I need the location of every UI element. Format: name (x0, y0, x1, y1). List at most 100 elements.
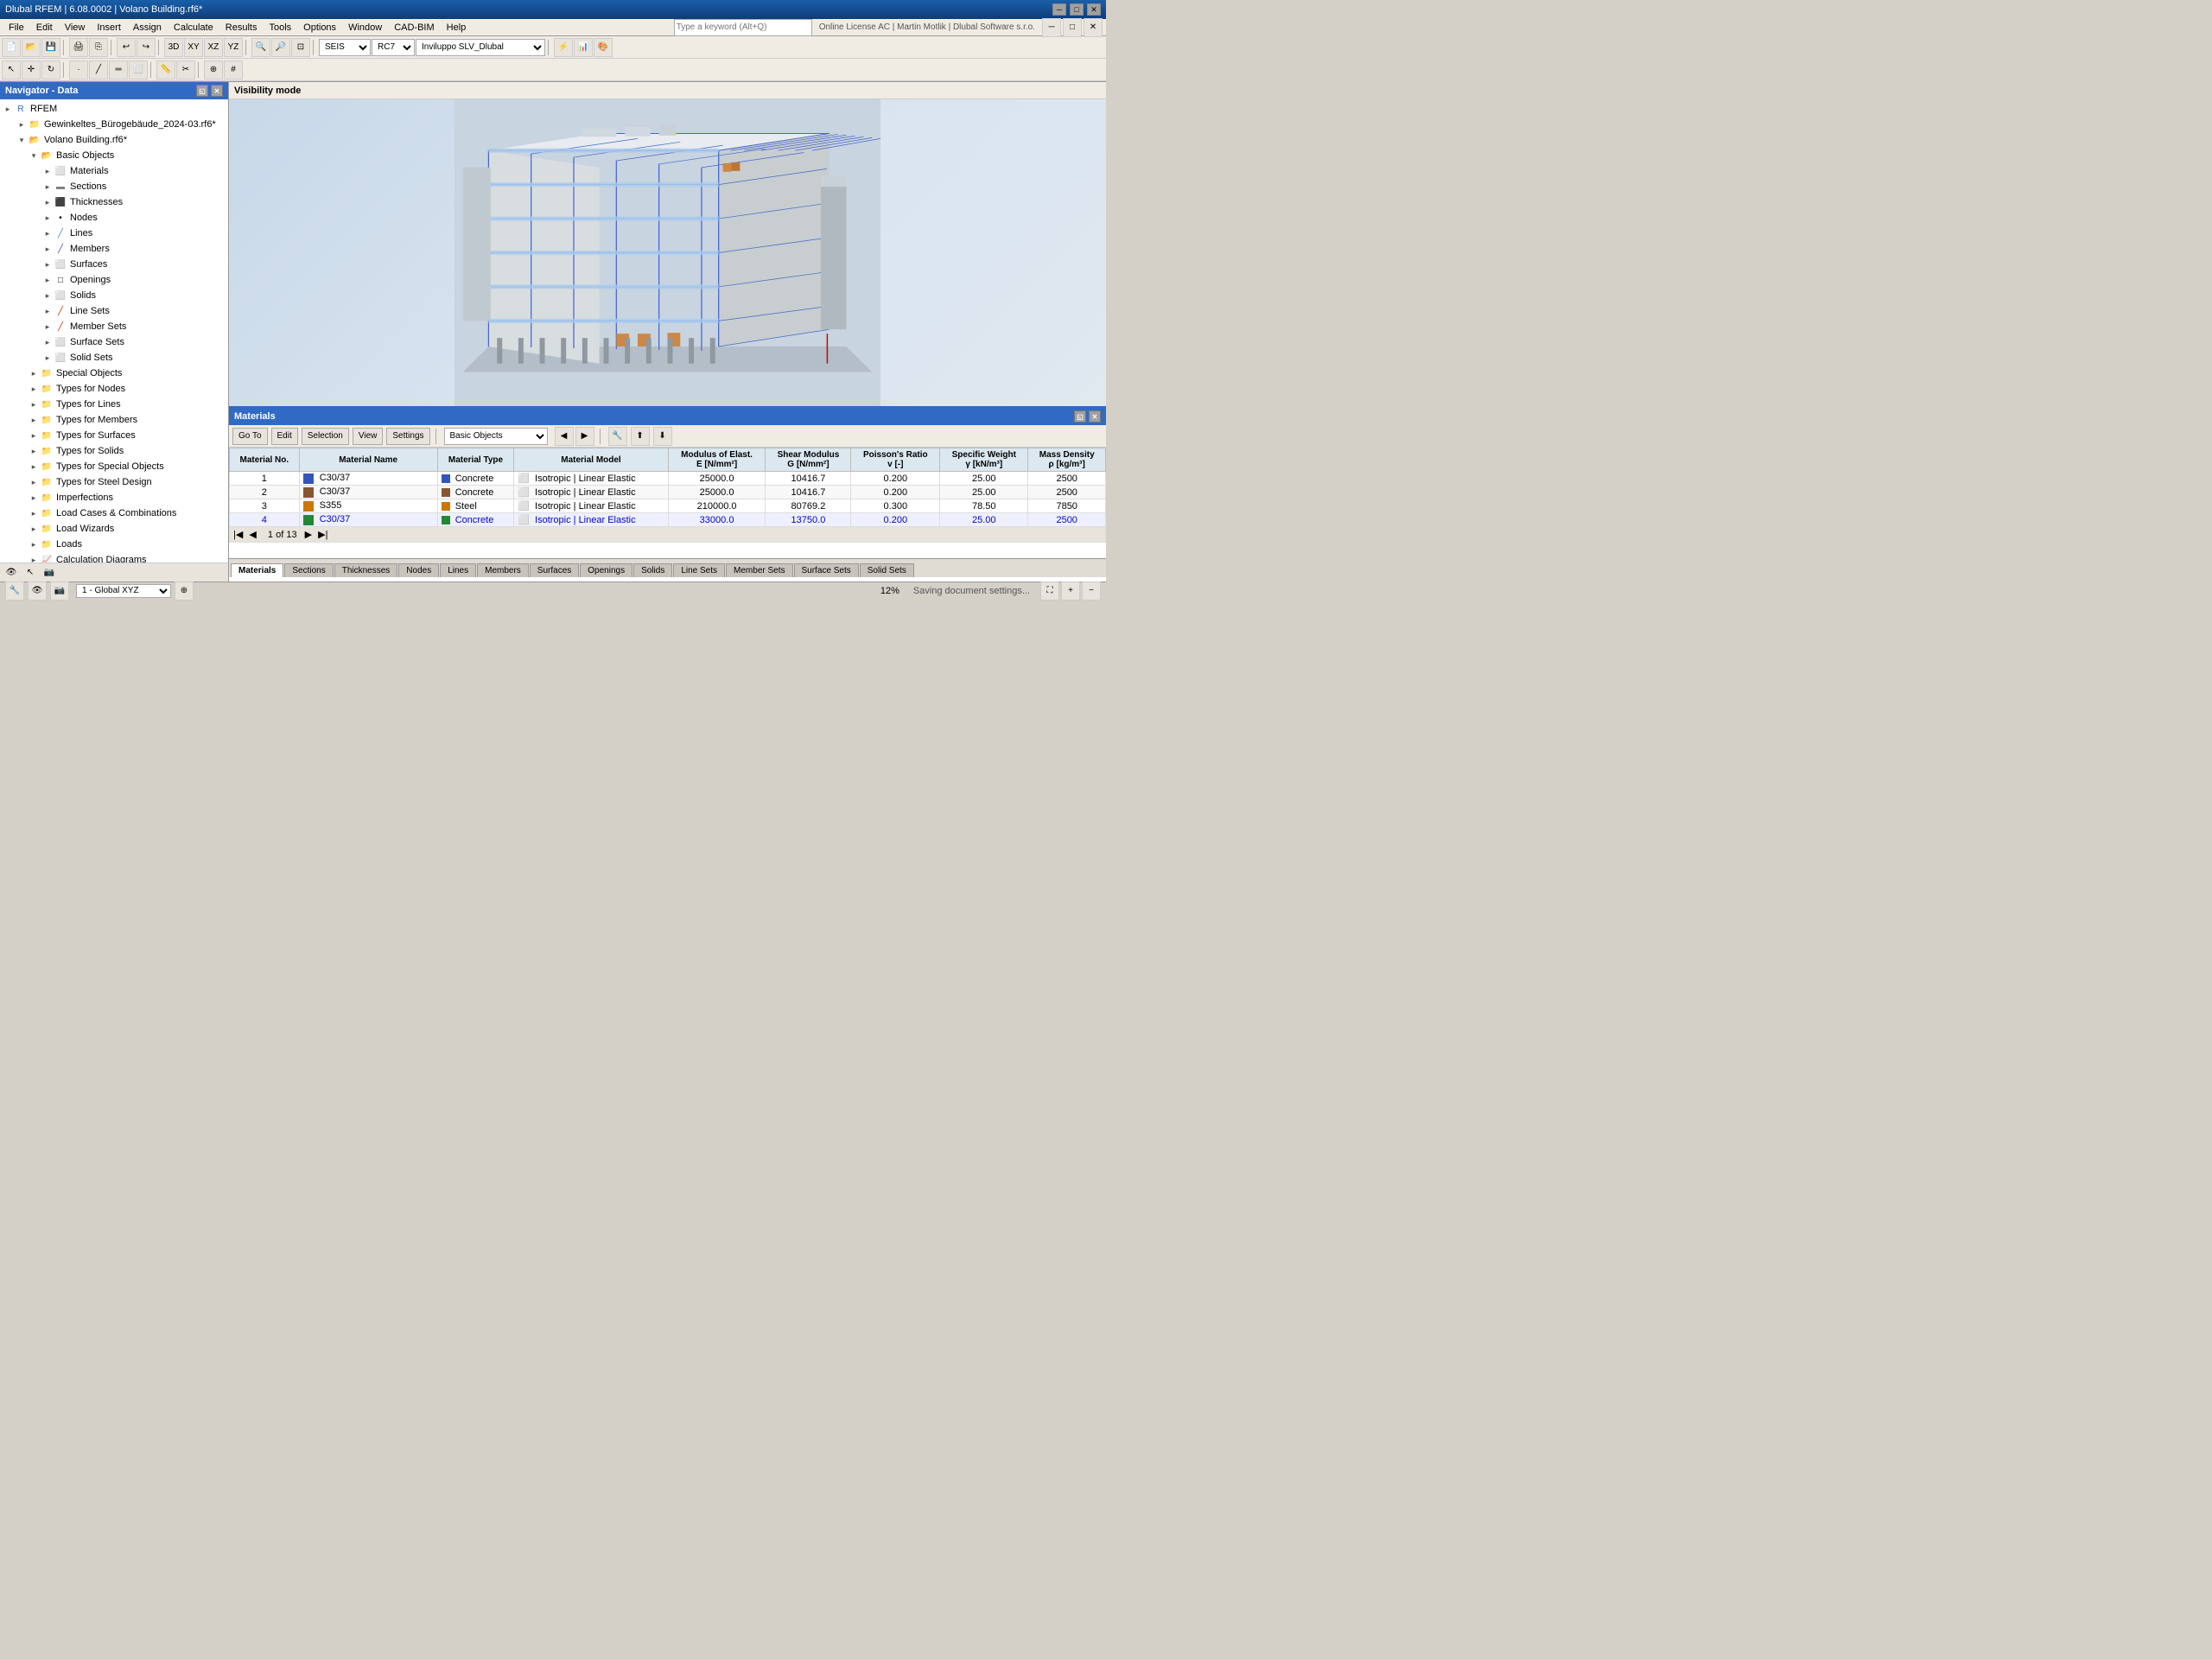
coord-icon[interactable]: ⊕ (175, 582, 194, 601)
menu-cadbim[interactable]: CAD-BIM (389, 21, 439, 35)
maximize-btn[interactable]: □ (1070, 3, 1084, 16)
goto-btn[interactable]: Go To (232, 428, 268, 445)
selection-btn[interactable]: Selection (302, 428, 349, 445)
tree-openings[interactable]: ▸ □ Openings (0, 272, 228, 288)
tree-sections[interactable]: ▸ ▬ Sections (0, 179, 228, 194)
view3d-btn[interactable]: 3D (164, 38, 183, 57)
status-tool1[interactable]: ⛶ (1040, 582, 1059, 601)
tree-types-special[interactable]: ▸ 📁 Types for Special Objects (0, 459, 228, 474)
slv-combo[interactable]: Inviluppo SLV_Dlubal (416, 39, 545, 56)
zoom-out-btn[interactable]: 🔎 (271, 38, 290, 57)
tree-nodes[interactable]: ▸ • Nodes (0, 210, 228, 226)
grid-btn[interactable]: # (224, 60, 243, 79)
results-btn[interactable]: 📊 (574, 38, 593, 57)
tree-project-2[interactable]: ▾ 📂 Volano Building.rf6* (0, 132, 228, 148)
tree-basic-objects[interactable]: ▾ 📂 Basic Objects (0, 148, 228, 163)
menu-insert[interactable]: Insert (92, 21, 126, 35)
menu-edit[interactable]: Edit (31, 21, 58, 35)
menu-window[interactable]: Window (343, 21, 387, 35)
select-btn[interactable]: ↖ (2, 60, 21, 79)
viewxz-btn[interactable]: XZ (204, 38, 223, 57)
viewport[interactable]: Visibility mode (229, 82, 1106, 406)
new-btn[interactable]: 📄 (2, 38, 21, 57)
tree-imperfections[interactable]: ▸ 📁 Imperfections (0, 490, 228, 505)
nav-camera-btn[interactable]: 📷 (41, 565, 57, 581)
move-btn[interactable]: ✛ (22, 60, 41, 79)
zoom-in-btn[interactable]: 🔍 (251, 38, 270, 57)
menu-assign[interactable]: Assign (128, 21, 167, 35)
pagination-prev[interactable]: ◀ (249, 530, 256, 540)
undo-btn[interactable]: ↩ (117, 38, 136, 57)
tab-thicknesses[interactable]: Thicknesses (334, 563, 398, 577)
tab-solids[interactable]: Solids (633, 563, 672, 577)
tree-types-members[interactable]: ▸ 📁 Types for Members (0, 412, 228, 428)
calc-btn[interactable]: ⚡ (554, 38, 573, 57)
nav-prev-btn[interactable]: ◀ (555, 427, 574, 446)
basic-objects-combo[interactable]: Basic Objects (444, 428, 548, 445)
menu-view[interactable]: View (60, 21, 91, 35)
tree-lines[interactable]: ▸ ╱ Lines (0, 226, 228, 241)
tree-types-surfaces[interactable]: ▸ 📁 Types for Surfaces (0, 428, 228, 443)
minimize-app-btn[interactable]: ─ (1042, 18, 1061, 37)
tree-types-nodes[interactable]: ▸ 📁 Types for Nodes (0, 381, 228, 397)
seis-combo[interactable]: SEIS (319, 39, 371, 56)
tab-surfaces[interactable]: Surfaces (530, 563, 579, 577)
tree-linesets[interactable]: ▸ ╱ Line Sets (0, 303, 228, 319)
status-tool2[interactable]: + (1061, 582, 1080, 601)
tab-members[interactable]: Members (477, 563, 529, 577)
member-btn[interactable]: ═ (109, 60, 128, 79)
copy-btn[interactable]: ⎘ (89, 38, 108, 57)
tree-load-cases[interactable]: ▸ 📁 Load Cases & Combinations (0, 505, 228, 521)
section-cut-btn[interactable]: ✂ (176, 60, 195, 79)
panel-close-btn[interactable]: ✕ (1089, 410, 1101, 423)
line-btn[interactable]: ╱ (89, 60, 108, 79)
tree-members[interactable]: ▸ ╱ Members (0, 241, 228, 257)
menu-results[interactable]: Results (220, 21, 263, 35)
status-icon3[interactable]: 📷 (50, 582, 69, 601)
nav-cursor-btn[interactable]: ↖ (22, 565, 38, 581)
minimize-btn[interactable]: ─ (1052, 3, 1066, 16)
nav-next-btn[interactable]: ▶ (575, 427, 594, 446)
tree-rfem[interactable]: ▸ R RFEM (0, 101, 228, 117)
tree-calc-diag[interactable]: ▸ 📈 Calculation Diagrams (0, 552, 228, 563)
measure-btn[interactable]: 📏 (156, 60, 175, 79)
node-btn[interactable]: · (69, 60, 88, 79)
save-btn[interactable]: 💾 (41, 38, 60, 57)
edit-btn[interactable]: Edit (271, 428, 298, 445)
open-btn[interactable]: 📂 (22, 38, 41, 57)
tab-nodes[interactable]: Nodes (398, 563, 439, 577)
tree-project-1[interactable]: ▸ 📁 Gewinkeltes_Bürogebäude_2024-03.rf6* (0, 117, 228, 132)
tab-solidsets[interactable]: Solid Sets (860, 563, 914, 577)
export-btn[interactable]: ⬆ (631, 427, 650, 446)
surface-btn[interactable]: ⬜ (129, 60, 148, 79)
maximize-app-btn[interactable]: □ (1063, 18, 1082, 37)
menu-help[interactable]: Help (442, 21, 472, 35)
menu-options[interactable]: Options (298, 21, 341, 35)
tab-lines[interactable]: Lines (440, 563, 476, 577)
tab-membersets[interactable]: Member Sets (726, 563, 792, 577)
pagination-first[interactable]: |◀ (233, 530, 243, 540)
tree-special-objects[interactable]: ▸ 📁 Special Objects (0, 365, 228, 381)
status-tool3[interactable]: − (1082, 582, 1101, 601)
rotate-btn[interactable]: ↻ (41, 60, 60, 79)
tree-load-wizards[interactable]: ▸ 📁 Load Wizards (0, 521, 228, 537)
tab-linesets[interactable]: Line Sets (673, 563, 725, 577)
coord-system-combo[interactable]: 1 - Global XYZ (76, 584, 171, 598)
pagination-next[interactable]: ▶ (305, 530, 312, 540)
menu-file[interactable]: File (3, 21, 29, 35)
tree-thicknesses[interactable]: ▸ ⬛ Thicknesses (0, 194, 228, 210)
search-input[interactable] (674, 19, 812, 36)
tab-sections[interactable]: Sections (284, 563, 333, 577)
fit-btn[interactable]: ⊡ (291, 38, 310, 57)
tab-materials[interactable]: Materials (231, 563, 283, 577)
tree-types-lines[interactable]: ▸ 📁 Types for Lines (0, 397, 228, 412)
nav-eye-btn[interactable]: 👁 (3, 565, 19, 581)
tree-loads[interactable]: ▸ 📁 Loads (0, 537, 228, 552)
print-btn[interactable]: 🖨 (69, 38, 88, 57)
viewxy-btn[interactable]: XY (184, 38, 203, 57)
render-btn[interactable]: 🎨 (594, 38, 613, 57)
view-btn[interactable]: View (353, 428, 384, 445)
nav-close-btn[interactable]: ✕ (211, 85, 223, 97)
close-btn[interactable]: ✕ (1087, 3, 1101, 16)
rc-combo[interactable]: RC7 (372, 39, 415, 56)
